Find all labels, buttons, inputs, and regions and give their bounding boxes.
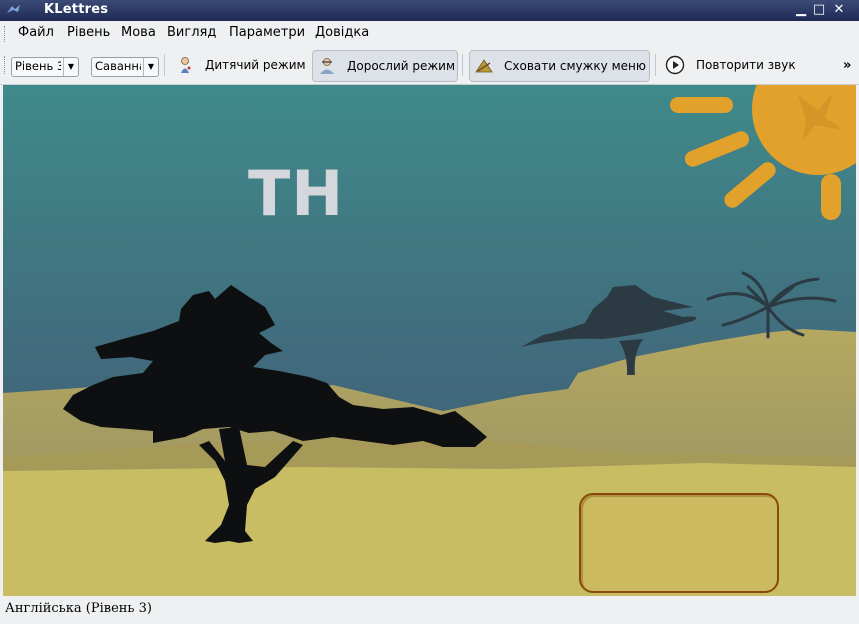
grown-mode-button[interactable]: Дорослий режим (312, 50, 458, 82)
menu-language[interactable]: Мова (121, 25, 156, 40)
adult-icon (320, 58, 334, 74)
menu-level[interactable]: Рівень (67, 25, 110, 40)
status-bar: Англійська (Рівень 3) (0, 596, 859, 624)
toolbar-separator (462, 54, 463, 76)
klettres-app-icon (7, 5, 20, 13)
chevron-down-icon: ▼ (143, 58, 158, 76)
window-title: KLettres (44, 2, 109, 17)
toolbar-separator (164, 54, 165, 76)
toolbar-grip[interactable] (4, 56, 8, 74)
answer-input-box[interactable] (579, 493, 779, 593)
kid-mode-button[interactable]: Дитячий режим (170, 50, 306, 80)
play-icon (665, 55, 685, 75)
maximize-button[interactable]: □ (812, 3, 826, 17)
menu-help[interactable]: Довідка (315, 25, 369, 40)
kid-icon (181, 57, 191, 73)
close-button[interactable]: ✕ (832, 3, 846, 17)
toolbar: Рівень 3 ▼ Саванна ▼ Дитячий режим Дорос… (0, 46, 859, 85)
title-bar: KLettres ▁ □ ✕ (0, 0, 859, 21)
toolbar-separator (655, 54, 656, 76)
repeat-sound-button[interactable]: Повторити звук (661, 50, 801, 80)
grown-mode-label: Дорослий режим (347, 59, 456, 73)
menu-view[interactable]: Вигляд (167, 25, 216, 40)
target-letters: TH (248, 157, 345, 230)
repeat-sound-label: Повторити звук (696, 58, 796, 72)
theme-combo[interactable]: Саванна ▼ (91, 57, 159, 77)
level-combo-value: Рівень 3 (15, 59, 61, 73)
hide-menubar-icon (475, 59, 493, 73)
toolbar-overflow-chevron-icon[interactable]: » (843, 58, 851, 73)
chevron-down-icon: ▼ (63, 58, 78, 76)
menubar-grip[interactable] (4, 26, 8, 42)
hide-menubar-label: Сховати смужку меню (504, 59, 646, 73)
minimize-button[interactable]: ▁ (794, 3, 808, 17)
level-combo[interactable]: Рівень 3 ▼ (11, 57, 79, 77)
menu-bar: Файл Рівень Мова Вигляд Параметри Довідк… (0, 21, 859, 46)
game-area: TH (3, 85, 856, 596)
status-language-level: Англійська (Рівень 3) (5, 601, 152, 616)
kid-mode-label: Дитячий режим (205, 58, 306, 72)
menu-file[interactable]: Файл (18, 25, 54, 40)
theme-combo-value: Саванна (95, 59, 141, 73)
hide-menubar-button[interactable]: Сховати смужку меню (469, 50, 650, 82)
menu-settings[interactable]: Параметри (229, 25, 305, 40)
